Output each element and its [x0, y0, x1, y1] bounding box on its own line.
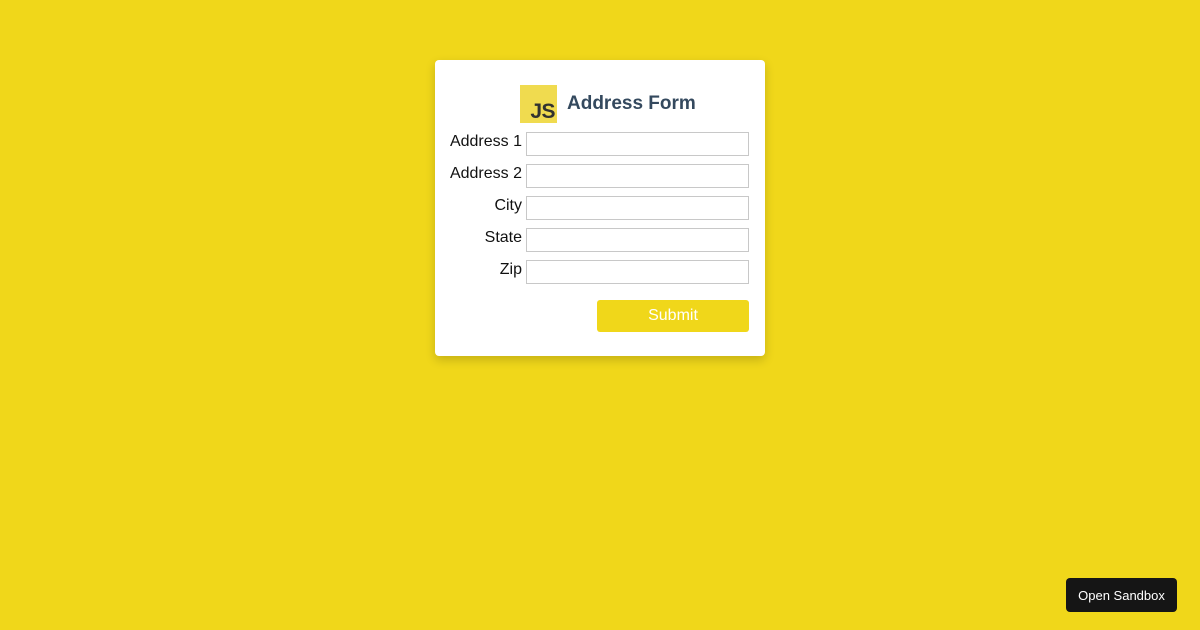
city-input[interactable]	[526, 196, 749, 220]
field-row-zip: Zip	[435, 260, 765, 284]
address-2-label: Address 2	[449, 165, 522, 182]
javascript-logo-icon: JS	[520, 85, 557, 123]
open-sandbox-button[interactable]: Open Sandbox	[1066, 578, 1177, 612]
page: JS Address Form Address 1 Address 2 City…	[0, 0, 1200, 630]
state-label: State	[484, 229, 522, 246]
address-form-card: JS Address Form Address 1 Address 2 City…	[435, 60, 765, 356]
state-input[interactable]	[526, 228, 749, 252]
address-1-input[interactable]	[526, 132, 749, 156]
field-row-address-1: Address 1	[435, 132, 765, 156]
address-1-label: Address 1	[449, 133, 522, 150]
field-row-address-2: Address 2	[435, 164, 765, 188]
form-header: JS Address Form	[520, 85, 696, 123]
zip-label: Zip	[499, 261, 522, 278]
field-row-state: State	[435, 228, 765, 252]
form-title: Address Form	[567, 93, 696, 114]
field-row-city: City	[435, 196, 765, 220]
zip-input[interactable]	[526, 260, 749, 284]
logo-text: JS	[530, 100, 555, 123]
city-label: City	[494, 197, 522, 214]
submit-button[interactable]: Submit	[597, 300, 749, 332]
address-2-input[interactable]	[526, 164, 749, 188]
